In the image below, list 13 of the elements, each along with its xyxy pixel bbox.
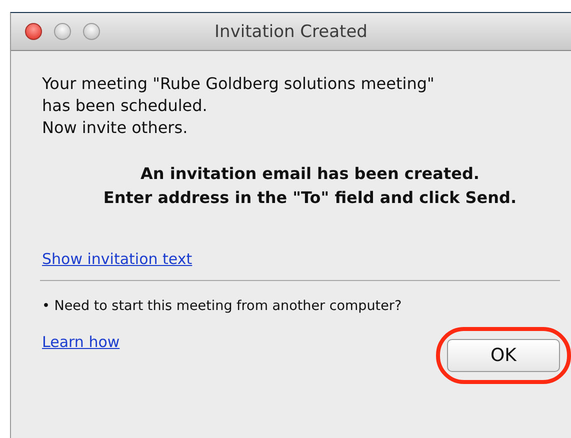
window-title: Invitation Created xyxy=(214,22,368,42)
message-text: Your meeting "Rube Goldberg solutions meeting" xyxy=(42,73,436,95)
show-invitation-link[interactable]: Show invitation text xyxy=(42,250,192,268)
zoom-button[interactable] xyxy=(83,23,100,40)
note-text: • Need to start this meeting from another computer? xyxy=(42,298,403,314)
message-text: Now invite others. xyxy=(42,117,189,139)
learn-how-link[interactable]: Learn how xyxy=(42,333,120,351)
minimize-button[interactable] xyxy=(54,23,71,40)
message-text: has been scheduled. xyxy=(42,95,208,117)
instruction-text: Enter address in the "To" field and click Send. xyxy=(102,187,518,209)
close-button[interactable] xyxy=(25,23,42,40)
instruction-text: An invitation email has been created. xyxy=(140,163,480,185)
ok-button[interactable]: OK xyxy=(447,339,560,372)
